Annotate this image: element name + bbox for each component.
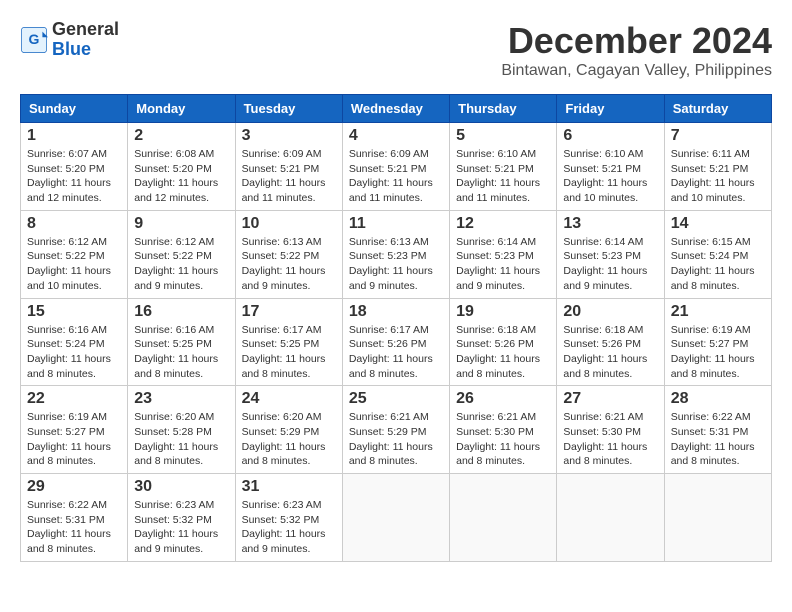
table-row: 16Sunrise: 6:16 AMSunset: 5:25 PMDayligh… — [128, 298, 235, 386]
header-sunday: Sunday — [21, 95, 128, 123]
table-row: 15Sunrise: 6:16 AMSunset: 5:24 PMDayligh… — [21, 298, 128, 386]
table-row: 3Sunrise: 6:09 AMSunset: 5:21 PMDaylight… — [235, 123, 342, 211]
table-row: 27Sunrise: 6:21 AMSunset: 5:30 PMDayligh… — [557, 386, 664, 474]
table-row: 20Sunrise: 6:18 AMSunset: 5:26 PMDayligh… — [557, 298, 664, 386]
table-row: 12Sunrise: 6:14 AMSunset: 5:23 PMDayligh… — [450, 210, 557, 298]
table-row: 5Sunrise: 6:10 AMSunset: 5:21 PMDaylight… — [450, 123, 557, 211]
table-row — [664, 474, 771, 562]
table-row: 19Sunrise: 6:18 AMSunset: 5:26 PMDayligh… — [450, 298, 557, 386]
table-row: 21Sunrise: 6:19 AMSunset: 5:27 PMDayligh… — [664, 298, 771, 386]
table-row — [557, 474, 664, 562]
table-row: 24Sunrise: 6:20 AMSunset: 5:29 PMDayligh… — [235, 386, 342, 474]
table-row: 6Sunrise: 6:10 AMSunset: 5:21 PMDaylight… — [557, 123, 664, 211]
header-thursday: Thursday — [450, 95, 557, 123]
header-saturday: Saturday — [664, 95, 771, 123]
table-row: 29Sunrise: 6:22 AMSunset: 5:31 PMDayligh… — [21, 474, 128, 562]
table-row: 22Sunrise: 6:19 AMSunset: 5:27 PMDayligh… — [21, 386, 128, 474]
svg-text:G: G — [29, 31, 40, 47]
header-friday: Friday — [557, 95, 664, 123]
table-row: 9Sunrise: 6:12 AMSunset: 5:22 PMDaylight… — [128, 210, 235, 298]
table-row — [450, 474, 557, 562]
header-tuesday: Tuesday — [235, 95, 342, 123]
calendar-table: Sunday Monday Tuesday Wednesday Thursday… — [20, 94, 772, 562]
table-row: 26Sunrise: 6:21 AMSunset: 5:30 PMDayligh… — [450, 386, 557, 474]
table-row: 8Sunrise: 6:12 AMSunset: 5:22 PMDaylight… — [21, 210, 128, 298]
table-row: 25Sunrise: 6:21 AMSunset: 5:29 PMDayligh… — [342, 386, 449, 474]
table-row: 11Sunrise: 6:13 AMSunset: 5:23 PMDayligh… — [342, 210, 449, 298]
logo-icon: G — [20, 26, 48, 54]
table-row: 2Sunrise: 6:08 AMSunset: 5:20 PMDaylight… — [128, 123, 235, 211]
table-row — [342, 474, 449, 562]
table-row: 30Sunrise: 6:23 AMSunset: 5:32 PMDayligh… — [128, 474, 235, 562]
calendar-subtitle: Bintawan, Cagayan Valley, Philippines — [501, 62, 772, 80]
table-row: 17Sunrise: 6:17 AMSunset: 5:25 PMDayligh… — [235, 298, 342, 386]
table-row: 14Sunrise: 6:15 AMSunset: 5:24 PMDayligh… — [664, 210, 771, 298]
table-row: 31Sunrise: 6:23 AMSunset: 5:32 PMDayligh… — [235, 474, 342, 562]
calendar-title: December 2024 — [501, 20, 772, 62]
title-section: December 2024 Bintawan, Cagayan Valley, … — [501, 20, 772, 80]
logo-text-line2: Blue — [52, 39, 91, 59]
table-row: 1Sunrise: 6:07 AMSunset: 5:20 PMDaylight… — [21, 123, 128, 211]
table-row: 13Sunrise: 6:14 AMSunset: 5:23 PMDayligh… — [557, 210, 664, 298]
table-row: 4Sunrise: 6:09 AMSunset: 5:21 PMDaylight… — [342, 123, 449, 211]
table-row: 28Sunrise: 6:22 AMSunset: 5:31 PMDayligh… — [664, 386, 771, 474]
table-row: 7Sunrise: 6:11 AMSunset: 5:21 PMDaylight… — [664, 123, 771, 211]
table-row: 23Sunrise: 6:20 AMSunset: 5:28 PMDayligh… — [128, 386, 235, 474]
table-row: 18Sunrise: 6:17 AMSunset: 5:26 PMDayligh… — [342, 298, 449, 386]
header-monday: Monday — [128, 95, 235, 123]
header-wednesday: Wednesday — [342, 95, 449, 123]
logo: G General Blue — [20, 20, 119, 60]
calendar-header-row: Sunday Monday Tuesday Wednesday Thursday… — [21, 95, 772, 123]
logo-text-line1: General — [52, 19, 119, 39]
table-row: 10Sunrise: 6:13 AMSunset: 5:22 PMDayligh… — [235, 210, 342, 298]
